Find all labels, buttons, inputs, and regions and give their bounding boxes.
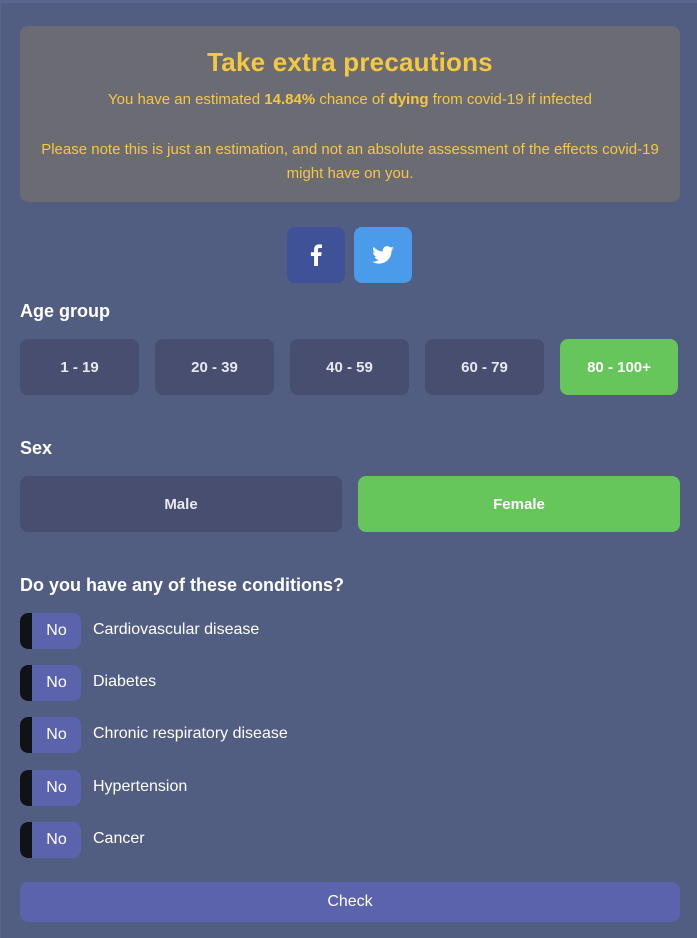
condition-label: Cancer xyxy=(93,830,145,847)
condition-row-diabetes: No Diabetes xyxy=(20,665,420,701)
hypertension-toggle[interactable]: No xyxy=(20,770,81,806)
age-option-1-19[interactable]: 1 - 19 xyxy=(20,339,139,395)
cardiovascular-toggle[interactable]: No xyxy=(20,613,81,649)
facebook-icon xyxy=(310,244,322,266)
condition-row-hypertension: No Hypertension xyxy=(20,770,420,806)
risk-statement: You have an estimated 14.84% chance of d… xyxy=(20,91,680,108)
condition-row-cancer: No Cancer xyxy=(20,822,420,858)
toggle-knob xyxy=(20,613,32,649)
risk-percent: 14.84% xyxy=(264,91,316,108)
risk-emphasis: dying xyxy=(388,91,429,108)
age-option-80-100[interactable]: 80 - 100+ xyxy=(560,339,678,395)
respiratory-toggle[interactable]: No xyxy=(20,717,81,753)
risk-mid: chance of xyxy=(315,91,389,108)
toggle-value: No xyxy=(46,831,67,848)
sex-option-female[interactable]: Female xyxy=(358,476,680,532)
toggle-value: No xyxy=(46,779,67,796)
age-option-20-39[interactable]: 20 - 39 xyxy=(155,339,274,395)
condition-label: Chronic respiratory disease xyxy=(93,725,288,742)
toggle-value: No xyxy=(46,726,67,743)
toggle-knob xyxy=(20,717,32,753)
alert-title: Take extra precautions xyxy=(207,47,493,77)
calculator-card: Take extra precautions You have an estim… xyxy=(0,0,697,938)
check-button[interactable]: Check xyxy=(20,882,680,922)
twitter-icon xyxy=(372,246,394,264)
toggle-knob xyxy=(20,665,32,701)
conditions-heading: Do you have any of these conditions? xyxy=(20,575,345,595)
diabetes-toggle[interactable]: No xyxy=(20,665,81,701)
condition-label: Diabetes xyxy=(93,673,157,690)
toggle-value: No xyxy=(46,674,67,691)
age-group-heading: Age group xyxy=(20,301,110,321)
risk-prefix: You have an estimated xyxy=(108,91,265,108)
cancer-toggle[interactable]: No xyxy=(20,822,81,858)
risk-suffix: from covid-19 if infected xyxy=(428,91,592,108)
twitter-share-button[interactable] xyxy=(354,227,412,283)
condition-row-cardiovascular: No Cardiovascular disease xyxy=(20,613,420,649)
facebook-share-button[interactable] xyxy=(287,227,345,283)
disclaimer-note: Please note this is just an estimation, … xyxy=(41,141,659,182)
result-alert: Take extra precautions You have an estim… xyxy=(20,26,680,202)
age-option-60-79[interactable]: 60 - 79 xyxy=(425,339,544,395)
age-option-40-59[interactable]: 40 - 59 xyxy=(290,339,409,395)
toggle-knob xyxy=(20,770,32,806)
condition-label: Hypertension xyxy=(93,778,188,795)
condition-label: Cardiovascular disease xyxy=(93,621,260,638)
sex-heading: Sex xyxy=(20,438,53,458)
sex-option-male[interactable]: Male xyxy=(20,476,342,532)
toggle-value: No xyxy=(46,622,67,639)
condition-row-respiratory: No Chronic respiratory disease xyxy=(20,717,420,753)
toggle-knob xyxy=(20,822,32,858)
